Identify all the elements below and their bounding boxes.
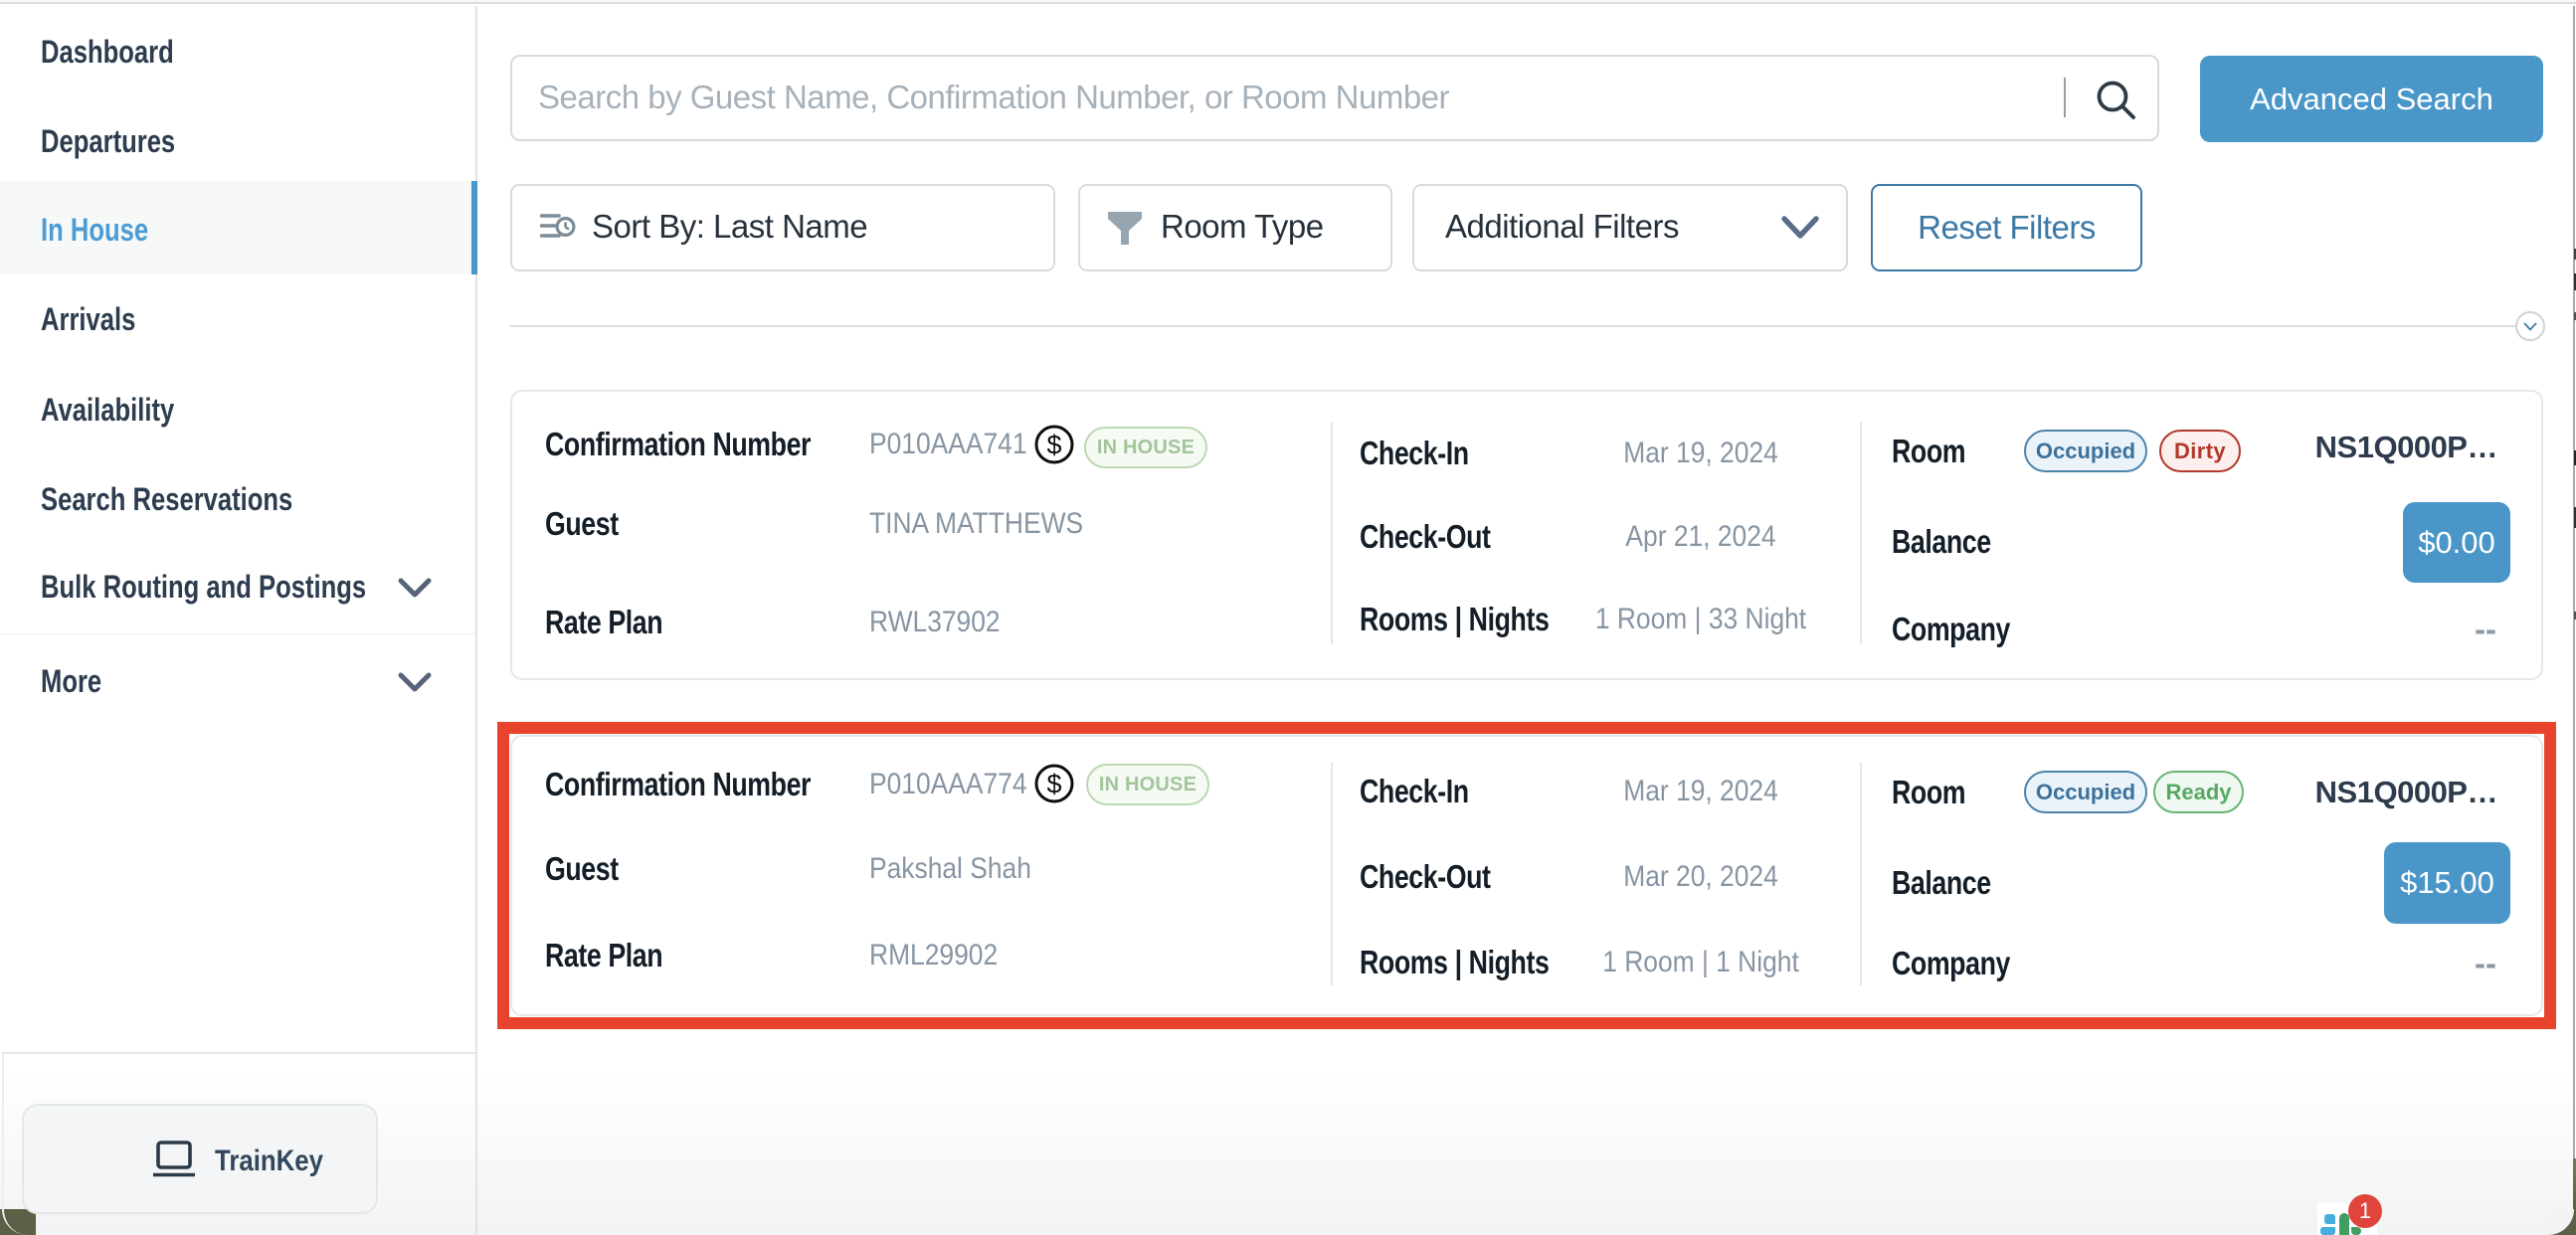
svg-text:$: $ (1046, 770, 1061, 799)
svg-text:$: $ (1046, 431, 1061, 460)
